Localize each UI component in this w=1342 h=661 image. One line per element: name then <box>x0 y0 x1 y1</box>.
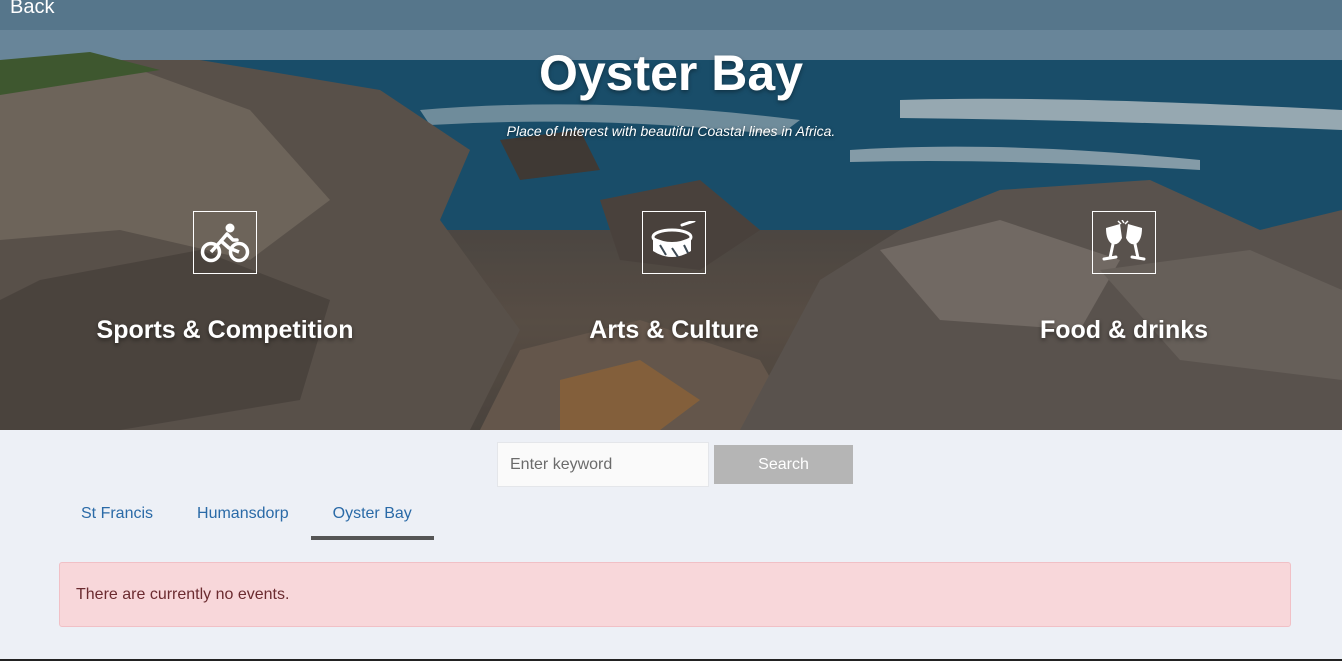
tab-st-francis[interactable]: St Francis <box>59 496 175 540</box>
tab-humansdorp[interactable]: Humansdorp <box>175 496 311 540</box>
tab-oyster-bay[interactable]: Oyster Bay <box>310 496 434 540</box>
no-events-alert: There are currently no events. <box>59 562 1291 627</box>
alert-message: There are currently no events. <box>76 586 290 603</box>
search-button[interactable]: Search <box>714 445 853 484</box>
category-label: Arts & Culture <box>589 316 759 344</box>
page-subtitle: Place of Interest with beautiful Coastal… <box>506 123 836 139</box>
category-label: Sports & Competition <box>96 316 354 344</box>
category-food[interactable]: Food & drinks <box>959 211 1289 345</box>
back-link[interactable]: Back <box>10 0 54 19</box>
category-arts[interactable]: Arts & Culture <box>509 211 839 345</box>
page-title: Oyster Bay <box>538 45 804 101</box>
location-tabs: St Francis Humansdorp Oyster Bay <box>59 496 434 540</box>
drum-icon[interactable] <box>642 211 706 274</box>
wine-glasses-icon[interactable] <box>1092 211 1156 274</box>
category-sports[interactable]: Sports & Competition <box>60 211 390 345</box>
cyclist-icon[interactable] <box>193 211 257 274</box>
category-label: Food & drinks <box>1039 316 1209 344</box>
hero-banner: Back Oyster Bay Place of Interest with b… <box>0 0 1342 430</box>
search-input[interactable] <box>497 442 709 487</box>
